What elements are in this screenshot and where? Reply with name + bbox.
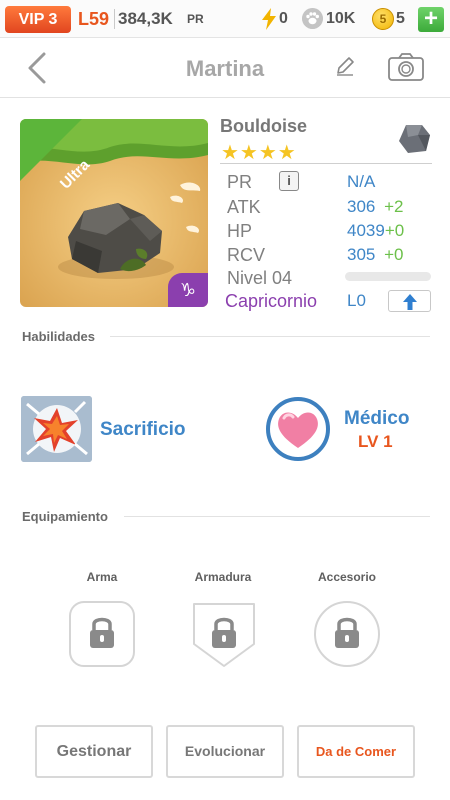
monster-name: Bouldoise — [220, 116, 308, 136]
atk-label: ATK — [227, 197, 261, 217]
page-title: Martina — [185, 56, 265, 81]
armor-slot-label: Armadura — [194, 570, 252, 584]
paw-count: 10K — [326, 10, 356, 27]
rank-level: L0 — [347, 291, 366, 310]
player-power: 384,3K — [118, 9, 173, 28]
level-label: Nivel 04 — [227, 268, 293, 288]
atk-value: 306 — [347, 197, 376, 216]
status-bar: VIP 3 L59 384,3K PR 0 10K 5 5 + — [0, 0, 450, 38]
pr-label: PR — [227, 172, 253, 192]
earth-element-icon — [399, 125, 430, 153]
hp-row: 4039+0 — [347, 221, 404, 241]
xp-progress-bar — [345, 272, 431, 281]
nav-bar: Martina — [0, 38, 450, 98]
sacrifice-skill-icon[interactable] — [21, 396, 92, 462]
active-skill-name[interactable]: Sacrificio — [100, 419, 186, 441]
camera-icon[interactable] — [388, 53, 424, 81]
atk-row: 306 +2 — [347, 197, 404, 217]
hp-label: HP — [227, 221, 253, 241]
divider — [220, 163, 432, 164]
passive-skill-level: LV 1 — [358, 432, 393, 451]
abilities-section-title: Habilidades — [22, 329, 95, 344]
zodiac-name: Capricornio — [225, 291, 318, 311]
monster-portrait[interactable]: Ultra ♑ — [20, 119, 208, 307]
weapon-slot-label: Arma — [86, 570, 118, 584]
star-rating: ★★★★ — [221, 142, 297, 164]
power-unit: PR — [187, 12, 204, 26]
rcv-label: RCV — [227, 245, 266, 265]
rcv-row: 305 +0 — [347, 245, 404, 265]
coin-icon: 5 — [372, 8, 394, 30]
divider — [124, 516, 430, 517]
armor-slot[interactable] — [190, 600, 258, 668]
manage-button[interactable]: Gestionar — [35, 725, 153, 778]
hp-bonus: +0 — [384, 221, 405, 240]
pr-value: N/A — [347, 172, 376, 191]
feed-button-label: Da de Comer — [315, 744, 397, 759]
weapon-slot[interactable] — [68, 600, 136, 668]
pencil-icon[interactable] — [334, 55, 356, 77]
rcv-value: 305 — [347, 245, 376, 264]
accessory-slot-label: Accesorio — [317, 570, 377, 584]
feed-button[interactable]: Da de Comer — [297, 725, 415, 778]
coin-count: 5 — [396, 10, 405, 27]
rank-up-button[interactable] — [388, 290, 431, 312]
player-level: L59 — [78, 9, 110, 29]
arrow-up-icon — [402, 294, 417, 310]
equipment-section-title: Equipamiento — [22, 509, 108, 524]
divider — [114, 9, 115, 29]
manage-button-label: Gestionar — [56, 743, 132, 760]
medic-skill-icon[interactable] — [266, 397, 330, 461]
passive-skill-name[interactable]: Médico — [344, 408, 409, 430]
evolve-button-label: Evolucionar — [184, 743, 266, 759]
accessory-slot[interactable] — [313, 600, 381, 668]
paw-icon — [302, 8, 323, 29]
energy-bolt-icon — [262, 8, 276, 30]
add-currency-button[interactable]: + — [418, 7, 444, 32]
info-icon[interactable]: i — [279, 171, 299, 191]
evolve-button[interactable]: Evolucionar — [166, 725, 284, 778]
capricorn-icon: ♑ — [168, 273, 208, 307]
atk-bonus: +2 — [384, 197, 404, 216]
divider — [110, 336, 430, 337]
energy-count: 0 — [279, 10, 288, 27]
hp-value: 4039 — [347, 221, 385, 240]
vip-badge[interactable]: VIP 3 — [5, 6, 71, 33]
rcv-bonus: +0 — [384, 245, 404, 264]
